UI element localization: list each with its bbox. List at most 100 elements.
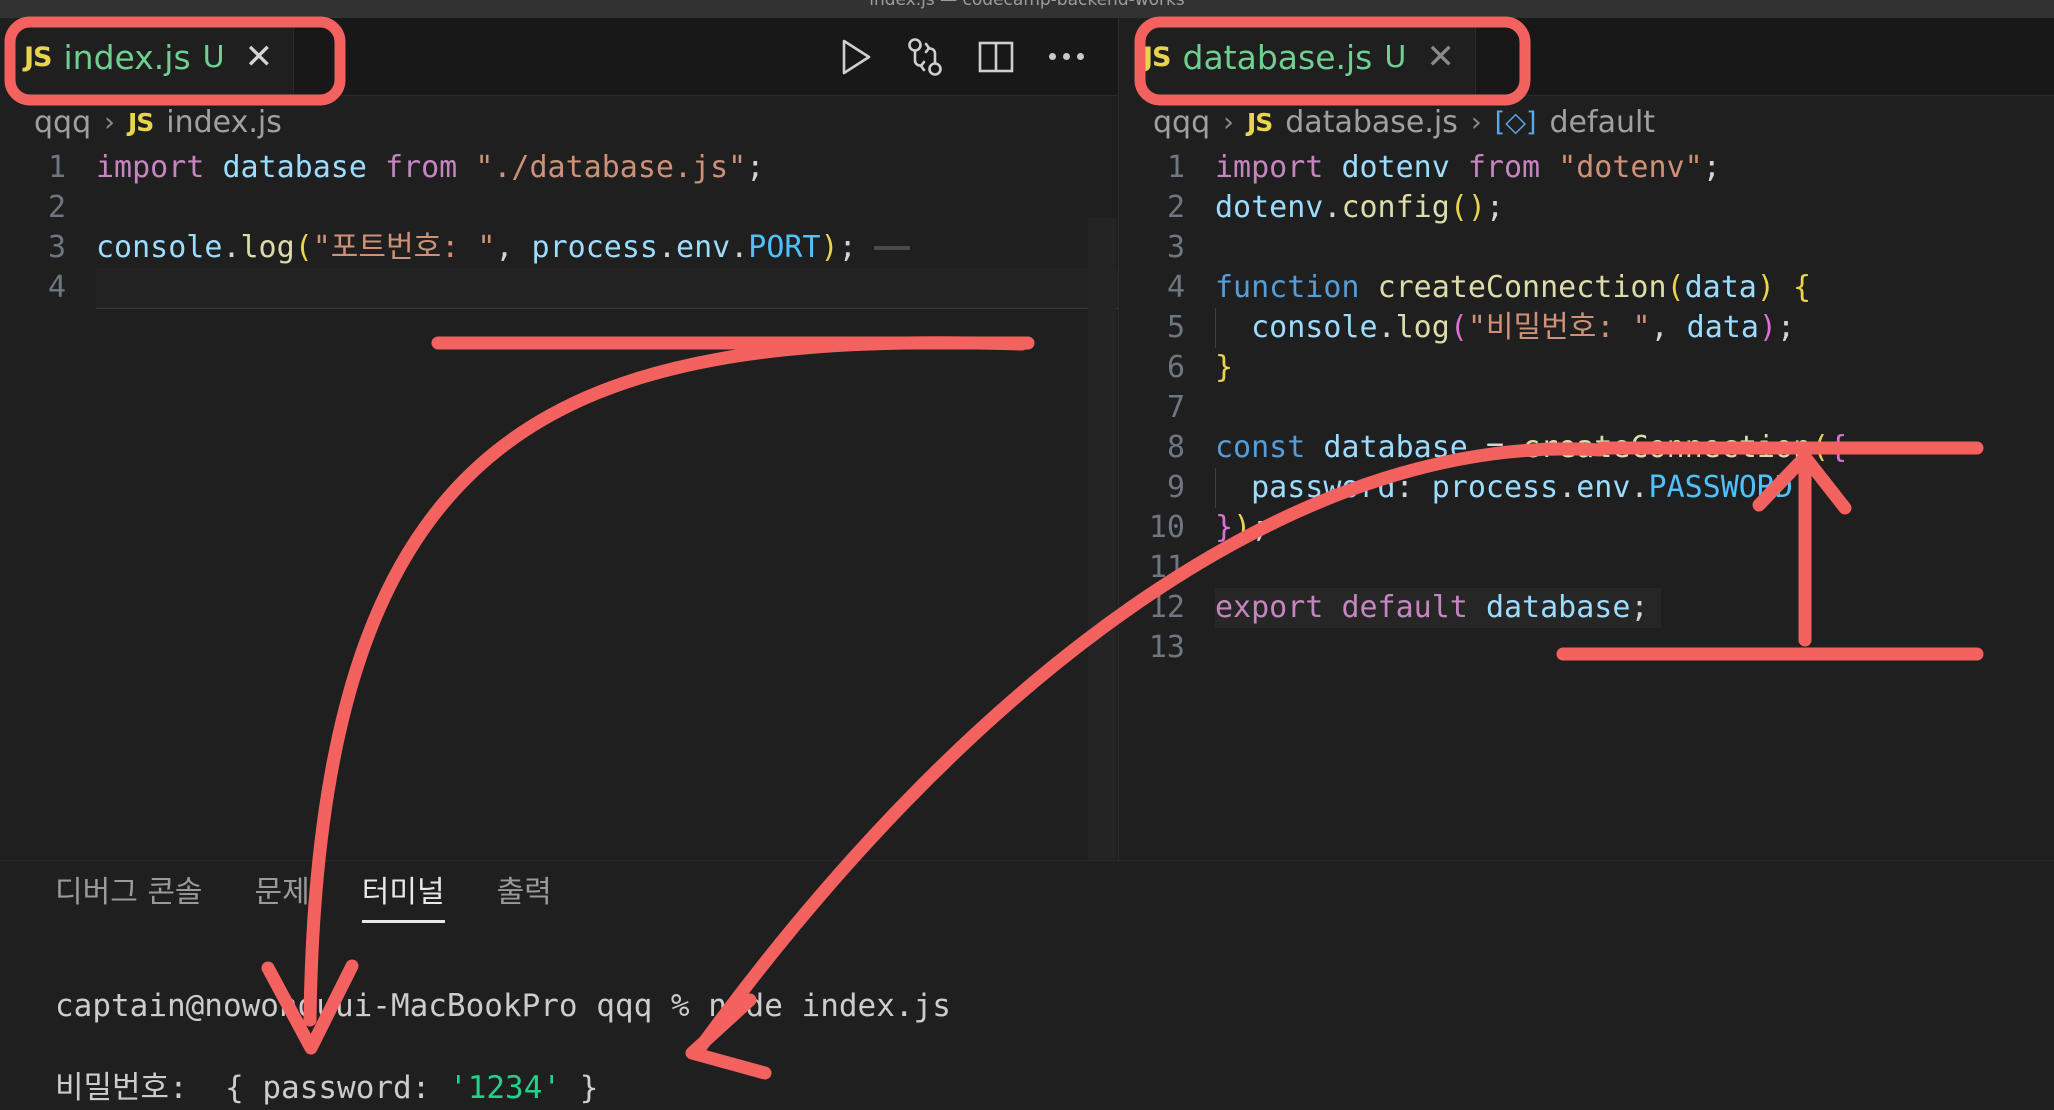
code-line[interactable]: 8 const database = createConnection({ (1119, 428, 2054, 468)
line-number: 13 (1148, 630, 1185, 665)
code-token: export (1215, 590, 1324, 625)
code-line[interactable]: 1 import dotenv from "dotenv"; (1119, 148, 2054, 188)
panel-tab-0[interactable]: 디버그 콘솔 (55, 867, 203, 923)
play-icon[interactable] (839, 38, 873, 76)
minimap-left[interactable] (1088, 218, 1116, 858)
code-token: process (1431, 470, 1559, 505)
editor-group-right: JS database.js U ✕ qqq › JS database.js … (1118, 18, 2054, 860)
breadcrumb-right[interactable]: qqq › JS database.js › [◇] default (1119, 96, 2054, 148)
code-token: data (1686, 310, 1759, 345)
line-number: 10 (1148, 510, 1185, 545)
breadcrumb-symbol[interactable]: default (1550, 105, 1656, 140)
code-token: config (1341, 190, 1450, 225)
line-content: password: process.env.PASSWORD, (1215, 468, 2054, 508)
panel-tab-1[interactable]: 문제 (255, 867, 310, 923)
git-branch-icon[interactable] (907, 37, 943, 77)
code-token: ; (746, 150, 765, 185)
panel-tab-list: 디버그 콘솔 문제 터미널 출력 (0, 861, 2054, 923)
code-token: ) (1758, 310, 1777, 345)
line-number: 4 (1166, 270, 1185, 305)
line-number: 2 (47, 190, 66, 225)
tab-database-js[interactable]: JS database.js U ✕ (1119, 18, 1476, 96)
code-token: = (1485, 430, 1504, 465)
code-token: from (385, 150, 458, 185)
code-editor-left[interactable]: 1 import database from "./database.js"; 2 3… (0, 148, 1118, 309)
code-token: function (1215, 270, 1360, 305)
code-token: dotenv (1215, 190, 1324, 225)
code-token: default (1341, 590, 1468, 625)
window-title-bar: index.js — codecamp-backend-works (0, 0, 2054, 18)
code-line[interactable]: 5 console.log("비밀번호: ", data); (1119, 308, 2054, 348)
code-line[interactable]: 6} (1119, 348, 2054, 388)
code-token: env (1576, 470, 1631, 505)
js-file-icon: JS (1143, 41, 1171, 73)
line-content: const database = createConnection({ (1215, 428, 2054, 468)
tab-strip-right: JS database.js U ✕ (1119, 18, 2054, 96)
code-line[interactable]: 10}); (1119, 508, 2054, 548)
line-content: console.log("포트번호: ", process.env.PORT); (96, 228, 1118, 268)
code-line[interactable]: 4 (0, 268, 1118, 309)
line-content: export default database; (1215, 588, 2054, 628)
window-title: index.js — codecamp-backend-works (869, 0, 1185, 10)
terminal-line-password-suffix: } (561, 1070, 599, 1106)
tab-strip-filler (1475, 18, 2054, 95)
code-token: database (1485, 590, 1631, 625)
code-line[interactable]: 4 function createConnection(data) { (1119, 268, 2054, 308)
breadcrumb-left[interactable]: qqq › JS index.js (0, 96, 1118, 148)
terminal-output[interactable]: captain@nowonduui-MacBookPro qqq % node … (0, 923, 2054, 1110)
tab-index-js[interactable]: JS index.js U ✕ (0, 18, 295, 96)
line-number: 3 (47, 230, 66, 265)
code-line[interactable]: 13 (1119, 628, 2054, 668)
code-token: createConnection (1377, 270, 1667, 305)
code-token: ) (1233, 510, 1252, 545)
line-content: import dotenv from "dotenv"; (1215, 148, 2054, 188)
code-editor-right[interactable]: 1 import dotenv from "dotenv"; 2 dotenv.con… (1119, 148, 2054, 668)
line-number: 5 (1166, 310, 1185, 345)
code-token: , (1650, 310, 1687, 345)
code-token: "dotenv" (1558, 150, 1703, 185)
line-number: 1 (47, 150, 66, 185)
code-token: database (1323, 430, 1468, 465)
terminal-line-password-prefix: 비밀번호: { password: (55, 1070, 450, 1106)
close-icon[interactable]: ✕ (245, 37, 274, 77)
code-token: : (1395, 470, 1432, 505)
breadcrumb-folder[interactable]: qqq (1153, 105, 1210, 140)
breadcrumb-file[interactable]: database.js (1285, 105, 1458, 140)
panel-tab-3[interactable]: 출력 (497, 867, 552, 923)
panel-tab-2[interactable]: 터미널 (361, 867, 445, 923)
close-icon[interactable]: ✕ (1426, 37, 1455, 77)
code-line[interactable]: 7 (1119, 388, 2054, 428)
split-editor-icon[interactable] (977, 38, 1015, 76)
code-line[interactable]: 11 (1119, 548, 2054, 588)
code-line[interactable]: 3 console.log("포트번호: ", process.env.PORT)… (0, 228, 1118, 268)
code-line[interactable]: 12 export default database; (1119, 588, 2054, 628)
chevron-right-icon: › (1223, 106, 1234, 138)
breadcrumb-file[interactable]: index.js (166, 105, 282, 140)
code-line[interactable]: 2 dotenv.config(); (1119, 188, 2054, 228)
line-content: function createConnection(data) { (1215, 268, 2054, 308)
code-line[interactable]: 9 password: process.env.PASSWORD, (1119, 468, 2054, 508)
ellipsis-icon[interactable] (1049, 53, 1084, 60)
indent-guide (1215, 468, 1216, 508)
code-token: PORT (748, 230, 821, 265)
code-token: data (1684, 270, 1757, 305)
code-token: . (1630, 470, 1649, 505)
line-content (96, 268, 1118, 319)
code-line[interactable]: 2 (0, 188, 1118, 228)
code-line[interactable]: 3 (1119, 228, 2054, 268)
code-line[interactable]: 1 import database from "./database.js"; (0, 148, 1118, 188)
code-token: console (1251, 310, 1378, 345)
code-token: log (1395, 310, 1450, 345)
breadcrumb-folder[interactable]: qqq (34, 105, 91, 140)
line-content: dotenv.config(); (1215, 188, 2054, 228)
code-token: ( (1811, 430, 1830, 465)
